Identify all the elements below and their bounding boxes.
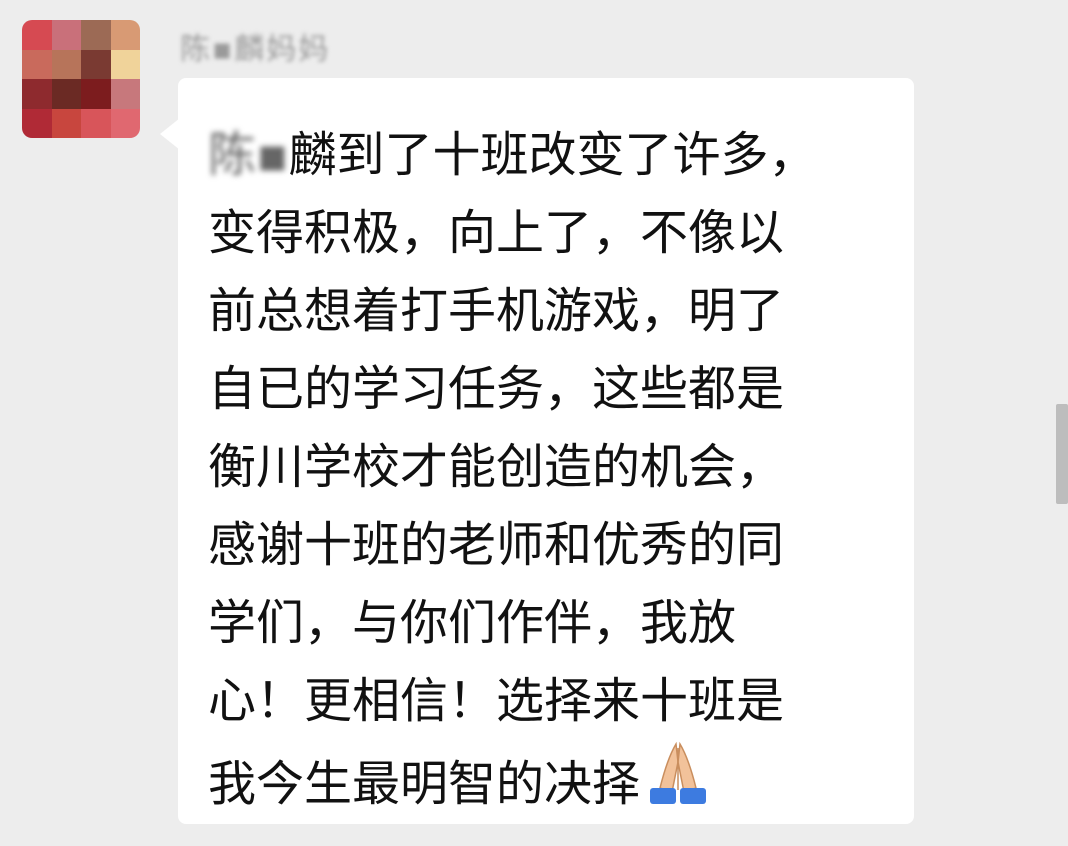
message-line-9: 我今生最明智的决择 — [208, 740, 908, 829]
message-line-7: 学们，与你们作伴，我放 — [208, 595, 737, 651]
message-line-1: 陈▪麟到了十班改变了许多， — [208, 116, 908, 194]
sender-name: 陈▪麟妈妈 — [180, 32, 331, 67]
scrollbar[interactable] — [1056, 404, 1068, 504]
bubble-tail — [160, 118, 180, 150]
message-line-5: 衡川学校才能创造的机会， — [208, 439, 785, 495]
message-line-3: 前总想着打手机游戏，明了 — [208, 283, 785, 339]
message-bubble[interactable]: 陈▪麟到了十班改变了许多， 变得积极，向上了，不像以 前总想着打手机游戏，明了 … — [178, 78, 914, 824]
message-line-4: 自已的学习任务，这些都是 — [208, 361, 785, 417]
folded-hands-icon — [642, 740, 714, 829]
avatar[interactable] — [22, 20, 140, 138]
message-line-8: 心！更相信！选择来十班是 — [208, 673, 785, 729]
message-text: 陈▪麟到了十班改变了许多， 变得积极，向上了，不像以 前总想着打手机游戏，明了 … — [208, 116, 908, 829]
message-line-6: 感谢十班的老师和优秀的同 — [208, 517, 785, 573]
redacted-name: 陈▪ — [208, 127, 289, 183]
message-line-2: 变得积极，向上了，不像以 — [208, 205, 785, 261]
